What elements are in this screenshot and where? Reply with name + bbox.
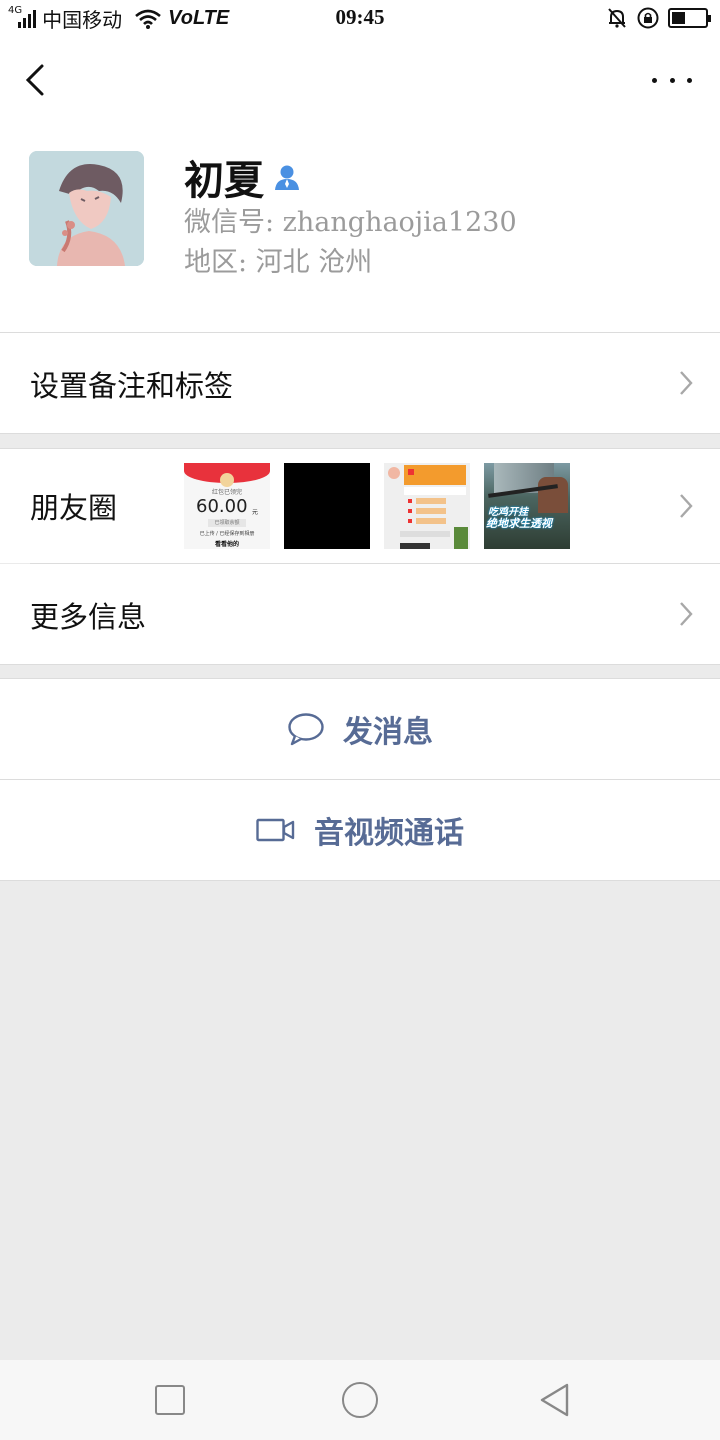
chevron-right-icon <box>680 371 693 395</box>
divider <box>0 880 720 881</box>
profile-header: 初夏 微信号: zhanghaojia1230 地区: 河北 沧州 <box>0 122 720 332</box>
red-packet-unit: 元 <box>252 509 259 516</box>
recent-apps-icon[interactable] <box>155 1385 185 1415</box>
mute-bell-icon <box>608 8 626 28</box>
back-chevron-icon[interactable] <box>18 60 54 100</box>
top-nav <box>0 36 720 122</box>
status-right <box>606 6 711 30</box>
battery-icon <box>668 8 711 28</box>
remark-tags-label: 设置备注和标签 <box>30 369 234 403</box>
avatar-illustration <box>29 151 144 266</box>
contact-person-icon <box>275 165 299 190</box>
game-character <box>538 477 568 513</box>
send-message-label: 发消息 <box>343 715 433 750</box>
chat-badge <box>408 469 414 475</box>
system-nav-bar <box>0 1360 720 1440</box>
more-info-row[interactable]: 更多信息 <box>0 564 720 664</box>
system-back-icon[interactable] <box>538 1382 570 1418</box>
chat-dot <box>408 519 412 523</box>
red-packet-button: 已领取余额 <box>208 519 246 527</box>
dot <box>687 77 692 83</box>
chat-line <box>400 531 450 537</box>
red-packet-avatar <box>220 473 234 487</box>
chat-line <box>404 487 466 495</box>
home-icon[interactable] <box>342 1382 378 1418</box>
dot <box>652 77 657 83</box>
chat-bar <box>416 498 446 504</box>
send-message-button[interactable]: 发消息 <box>0 679 720 779</box>
moments-row[interactable]: 朋友圈 红包已领完 60.00 元 已领取余额 已上传 / 已经保存到相册 看看… <box>0 449 720 563</box>
region: 地区: 河北 沧州 <box>184 247 373 278</box>
moments-thumb-chat-screenshot[interactable] <box>384 463 470 549</box>
moments-thumbnails: 红包已领完 60.00 元 已领取余额 已上传 / 已经保存到相册 看看他的 吃… <box>184 463 570 549</box>
video-call-label: 音视频通话 <box>314 816 464 851</box>
moments-thumb-game-screenshot[interactable]: 吃鸡开挂 绝地求生透视 <box>484 463 570 549</box>
chat-dot <box>408 509 412 513</box>
chat-line <box>400 543 430 549</box>
contact-name: 初夏 <box>184 157 264 204</box>
chevron-right-icon <box>680 602 693 626</box>
red-packet-amount: 60.00 <box>196 496 248 517</box>
moments-thumb-red-packet[interactable]: 红包已领完 60.00 元 已领取余额 已上传 / 已经保存到相册 看看他的 <box>184 463 270 549</box>
dot <box>669 77 675 83</box>
moments-thumb-black[interactable] <box>284 463 370 549</box>
more-options-button[interactable] <box>652 66 692 94</box>
chat-dot <box>408 499 412 503</box>
chat-bubble-icon <box>288 713 324 746</box>
chat-bar <box>416 518 446 524</box>
chat-orange-header <box>404 465 466 485</box>
moments-label: 朋友圈 <box>30 491 118 525</box>
divider <box>0 664 720 665</box>
chat-avatar <box>388 467 400 479</box>
chat-bar <box>416 508 446 514</box>
remark-tags-row[interactable]: 设置备注和标签 <box>0 333 720 433</box>
video-camera-icon <box>256 818 295 842</box>
wechat-id: 微信号: zhanghaojia1230 <box>184 207 517 238</box>
chevron-right-icon <box>680 494 693 518</box>
game-caption-2: 绝地求生透视 <box>486 517 552 530</box>
video-call-button[interactable]: 音视频通话 <box>0 780 720 880</box>
rotation-lock-icon <box>637 7 659 29</box>
red-packet-line2: 看看他的 <box>214 541 239 548</box>
red-packet-top-text: 红包已领完 <box>211 489 242 496</box>
divider <box>0 433 720 434</box>
status-bar: 4G 中国移动 VoLTE 09:45 <box>0 0 720 36</box>
chat-green-block <box>454 527 468 549</box>
more-info-label: 更多信息 <box>30 600 147 634</box>
red-packet-line1: 已上传 / 已经保存到相册 <box>199 531 255 537</box>
avatar[interactable] <box>29 151 144 266</box>
